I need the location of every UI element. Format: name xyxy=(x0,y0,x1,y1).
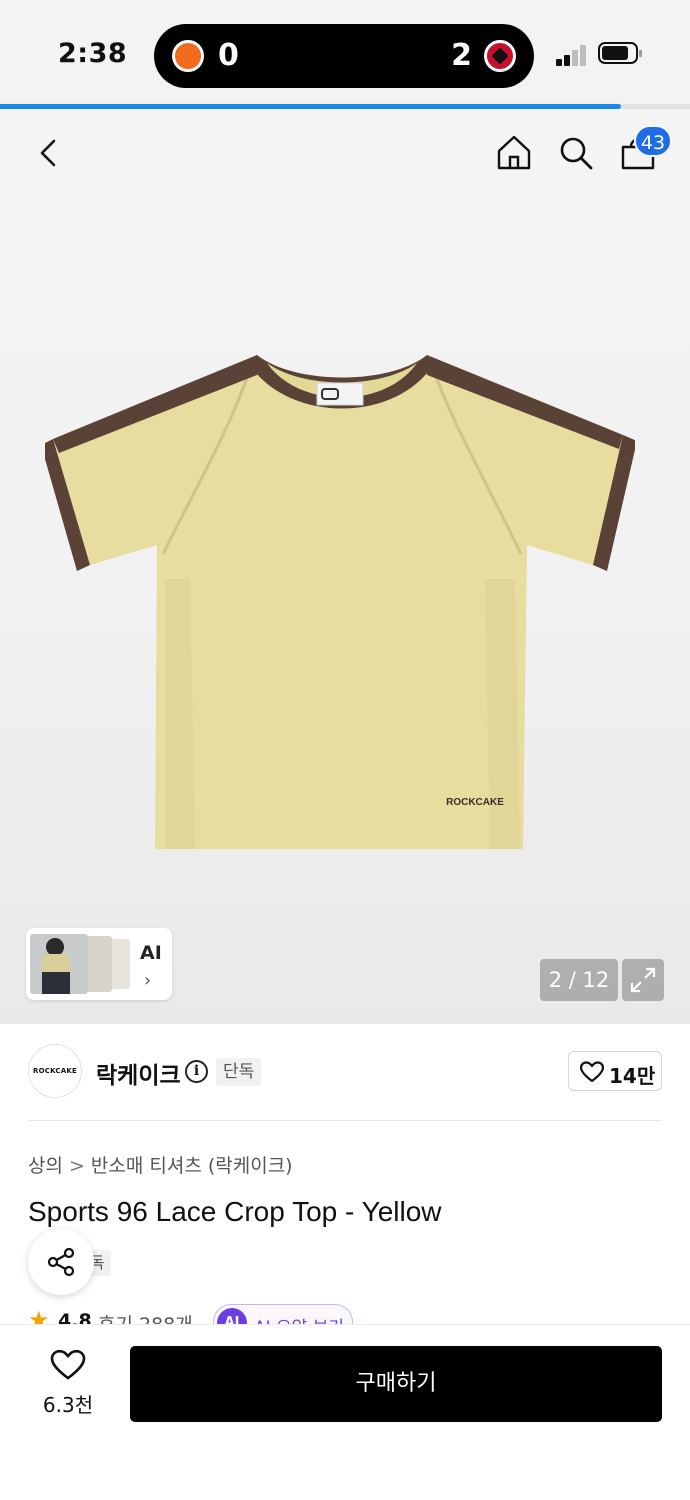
shirt-print-logo: ROCKCAKE xyxy=(446,797,504,808)
brand-like-button[interactable]: 14만 xyxy=(568,1051,662,1091)
home-button[interactable] xyxy=(488,127,540,179)
expand-image-button[interactable] xyxy=(622,959,664,1001)
ai-lookbook-thumbnails[interactable]: AI › xyxy=(26,928,172,1000)
home-team-logo-icon xyxy=(172,40,204,72)
brand-like-count: 14만 xyxy=(609,1064,656,1088)
brand-name[interactable]: 락케이크 xyxy=(96,1056,181,1090)
search-button[interactable] xyxy=(550,127,602,179)
cellular-signal-icon xyxy=(556,44,588,66)
wishlist-button[interactable]: 6.3천 xyxy=(30,1349,106,1421)
exclusive-badge: 단독 xyxy=(216,1058,262,1086)
product-photo-tshirt[interactable]: ROCKCAKE xyxy=(45,349,635,859)
thumbnail-image-model xyxy=(30,934,88,994)
brand-logo[interactable]: ROCKCAKE xyxy=(28,1044,82,1098)
share-icon xyxy=(47,1247,75,1277)
thumbnail-image xyxy=(86,936,112,992)
heart-icon xyxy=(580,1061,604,1083)
divider xyxy=(28,1120,662,1121)
chevron-right-icon: › xyxy=(144,970,152,991)
share-button[interactable] xyxy=(28,1229,94,1295)
chevron-left-icon xyxy=(40,139,56,167)
back-button[interactable] xyxy=(22,127,74,179)
bottom-action-bar: 6.3천 구매하기 xyxy=(0,1324,690,1500)
status-time: 2:38 xyxy=(58,38,128,69)
ai-summary-button[interactable]: AI AI 요약 보기 xyxy=(213,1304,353,1326)
home-icon xyxy=(497,135,531,170)
cart-count-badge: 43 xyxy=(634,125,672,157)
buy-button[interactable]: 구매하기 xyxy=(130,1346,662,1422)
image-page-counter: 2 / 12 xyxy=(540,959,618,1001)
rating-row[interactable]: ★ 4.8 후기 288개 AI AI 요약 보기 xyxy=(28,1304,428,1326)
product-image-gallery[interactable]: 43 ROCKCAKE AI › 2 / 12 xyxy=(0,109,690,1024)
expand-icon xyxy=(630,967,656,993)
away-score: 2 xyxy=(451,38,472,73)
away-team-logo-icon xyxy=(484,40,516,72)
live-score-pill[interactable]: 0 2 xyxy=(154,24,534,88)
info-icon[interactable]: i xyxy=(185,1060,208,1083)
ai-label: AI xyxy=(140,942,162,964)
home-score: 0 xyxy=(218,38,239,73)
breadcrumb-category[interactable]: 상의 xyxy=(28,1155,63,1177)
breadcrumb-subcategory[interactable]: 반소매 티셔츠 (락케이크) xyxy=(91,1155,293,1177)
battery-icon xyxy=(598,42,642,64)
breadcrumb: 상의 > 반소매 티셔츠 (락케이크) xyxy=(28,1151,293,1178)
status-bar: 2:38 0 2 xyxy=(0,0,690,106)
search-icon xyxy=(560,137,593,170)
wishlist-count: 6.3천 xyxy=(42,1393,94,1417)
heart-icon xyxy=(50,1349,86,1380)
breadcrumb-separator: > xyxy=(68,1155,85,1177)
product-title: Sports 96 Lace Crop Top - Yellow xyxy=(28,1196,442,1227)
